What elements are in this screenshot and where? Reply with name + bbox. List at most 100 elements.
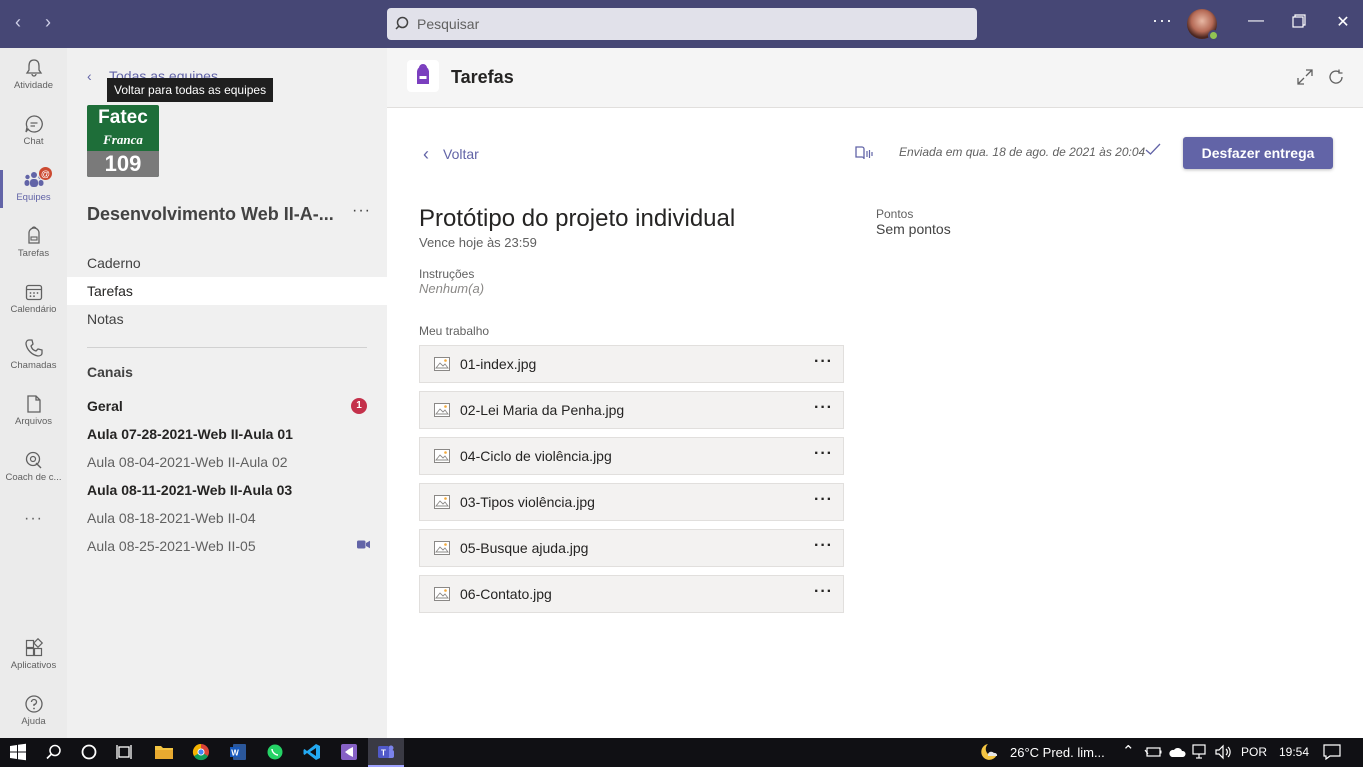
task-view-icon[interactable]	[116, 743, 134, 761]
restore-icon[interactable]	[1287, 12, 1311, 33]
image-file-icon	[434, 449, 450, 463]
rail-item-calendar[interactable]: Calendário	[0, 272, 67, 328]
rail-more-apps[interactable]: ···	[0, 504, 67, 534]
language-indicator[interactable]: POR	[1241, 745, 1267, 759]
attachment-more-icon[interactable]: ···	[814, 537, 833, 555]
undo-submit-button[interactable]: Desfazer entrega	[1183, 137, 1333, 169]
channels-header: Canais	[87, 364, 133, 380]
unread-badge: 1	[351, 398, 367, 414]
cortana-icon[interactable]	[80, 743, 98, 761]
teams-taskbar-button[interactable]: T	[368, 738, 404, 767]
onedrive-cloud-icon[interactable]	[1168, 746, 1186, 758]
coach-icon	[25, 451, 41, 469]
attachment-item[interactable]: 02-Lei Maria da Penha.jpg ···	[419, 391, 844, 429]
rail-item-apps[interactable]: Aplicativos	[0, 628, 67, 684]
notifications-icon[interactable]	[1323, 744, 1341, 760]
image-file-icon	[434, 403, 450, 417]
calendar-icon	[25, 284, 42, 301]
backpack-icon	[27, 226, 40, 244]
tab-grades[interactable]: Notas	[67, 305, 387, 333]
more-options-icon[interactable]: ···	[1152, 10, 1173, 31]
forward-nav-icon[interactable]: ›	[36, 12, 60, 33]
image-file-icon	[434, 357, 450, 371]
chevron-up-icon[interactable]: ⌃	[1122, 742, 1135, 760]
windows-taskbar: W T 26°C Pred. lim... ⌃ POR 19:54	[0, 738, 1363, 767]
attachment-more-icon[interactable]: ···	[814, 583, 833, 601]
rail-label: Equipes	[16, 192, 51, 203]
divider	[87, 347, 367, 348]
minimize-icon[interactable]: —	[1244, 12, 1268, 30]
network-icon[interactable]	[1192, 744, 1210, 760]
attachment-item[interactable]: 01-index.jpg ···	[419, 345, 844, 383]
rail-item-teams[interactable]: Equipes @	[0, 160, 67, 216]
help-icon	[24, 695, 43, 713]
rail-label: Chat	[23, 136, 44, 147]
check-icon	[1145, 143, 1161, 155]
rail-item-calls[interactable]: Chamadas	[0, 328, 67, 384]
image-file-icon	[434, 587, 450, 601]
file-explorer-icon[interactable]	[154, 743, 174, 761]
windows-start-icon[interactable]	[9, 743, 27, 761]
visual-studio-icon[interactable]	[340, 743, 358, 761]
channel-item[interactable]: Aula 08-18-2021-Web II-04	[87, 510, 256, 526]
chat-icon	[24, 115, 43, 133]
channel-item[interactable]: Aula 07-28-2021-Web II-Aula 01	[87, 426, 293, 442]
rail-item-files[interactable]: Arquivos	[0, 384, 67, 440]
vscode-icon[interactable]	[303, 743, 321, 761]
immersive-reader-icon[interactable]	[855, 145, 873, 161]
team-logo-line1: Fatec	[98, 107, 148, 128]
rail-label: Calendário	[10, 304, 57, 315]
rail-item-chat[interactable]: Chat	[0, 104, 67, 160]
back-nav-icon[interactable]: ‹	[6, 12, 30, 33]
attachment-name: 05-Busque ajuda.jpg	[460, 540, 589, 556]
search-icon[interactable]	[45, 743, 63, 761]
team-more-icon[interactable]: ···	[352, 202, 371, 220]
attachment-name: 04-Ciclo de violência.jpg	[460, 448, 612, 464]
rail-item-coach[interactable]: Coach de c...	[0, 440, 67, 496]
channel-item[interactable]: Aula 08-25-2021-Web II-05	[87, 538, 256, 554]
attachment-more-icon[interactable]: ···	[814, 445, 833, 463]
team-logo-line2: Franca	[103, 132, 143, 147]
rail-item-help[interactable]: Ajuda	[0, 684, 67, 740]
channel-item[interactable]: Geral	[87, 398, 123, 414]
whatsapp-icon[interactable]	[266, 743, 284, 761]
attachment-item[interactable]: 03-Tipos violência.jpg ···	[419, 483, 844, 521]
rail-item-assignments[interactable]: Tarefas	[0, 216, 67, 272]
rail-label: Ajuda	[21, 716, 46, 727]
weather-moon-icon	[981, 744, 998, 760]
volume-icon[interactable]	[1215, 744, 1233, 760]
expand-icon[interactable]	[1296, 68, 1314, 86]
clock[interactable]: 19:54	[1279, 745, 1309, 759]
due-date: Vence hoje às 23:59	[419, 235, 537, 250]
channel-item[interactable]: Aula 08-04-2021-Web II-Aula 02	[87, 454, 288, 470]
title-bar: ‹ › Pesquisar ··· — ✕	[0, 0, 1363, 48]
attachment-name: 01-index.jpg	[460, 356, 537, 372]
points-value: Sem pontos	[876, 221, 951, 237]
channel-item[interactable]: Aula 08-11-2021-Web II-Aula 03	[87, 482, 292, 498]
refresh-icon[interactable]	[1327, 68, 1345, 86]
chevron-left-icon: ‹	[87, 68, 92, 84]
attachment-more-icon[interactable]: ···	[814, 353, 833, 371]
close-icon[interactable]: ✕	[1331, 12, 1355, 32]
attachment-item[interactable]: 04-Ciclo de violência.jpg ···	[419, 437, 844, 475]
word-icon[interactable]: W	[229, 743, 247, 761]
tab-notebook[interactable]: Caderno	[67, 249, 387, 277]
chrome-icon[interactable]	[192, 743, 210, 761]
presence-available-icon	[1208, 30, 1219, 41]
attachment-more-icon[interactable]: ···	[814, 399, 833, 417]
rail-item-activity[interactable]: Atividade	[0, 48, 67, 104]
bell-icon	[25, 59, 42, 77]
tab-assignments[interactable]: Tarefas	[67, 277, 387, 305]
attachment-item[interactable]: 06-Contato.jpg ···	[419, 575, 844, 613]
instructions-label: Instruções	[419, 267, 475, 281]
battery-icon[interactable]	[1144, 745, 1162, 759]
attachment-more-icon[interactable]: ···	[814, 491, 833, 509]
search-input[interactable]: Pesquisar	[387, 8, 977, 40]
weather-text[interactable]: 26°C Pred. lim...	[1010, 745, 1105, 760]
attachment-item[interactable]: 05-Busque ajuda.jpg ···	[419, 529, 844, 567]
avatar[interactable]	[1187, 9, 1219, 41]
search-icon	[395, 16, 409, 30]
video-icon	[357, 540, 370, 549]
mention-badge: @	[38, 166, 53, 181]
apps-icon	[25, 638, 43, 657]
